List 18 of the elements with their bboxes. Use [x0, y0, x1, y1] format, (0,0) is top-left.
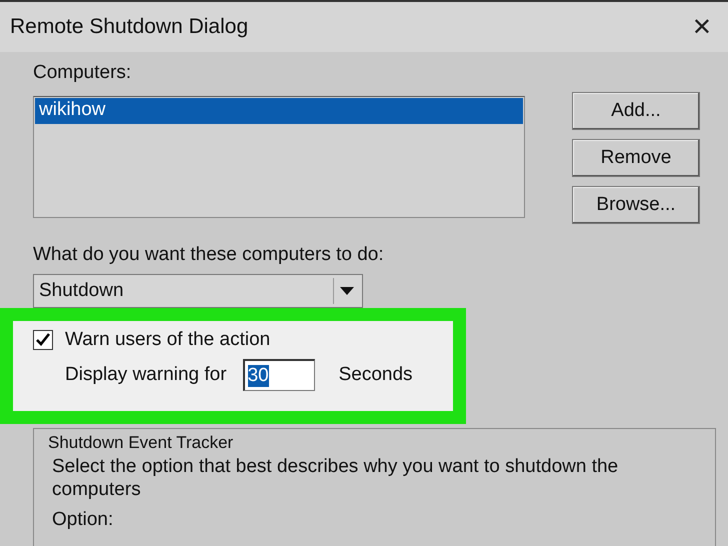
dialog-button[interactable]: Add...: [572, 92, 700, 130]
seconds-field[interactable]: 30: [242, 359, 315, 391]
action-dropdown[interactable]: Shutdown: [33, 274, 363, 308]
action-label: What do you want these computers to do:: [33, 244, 385, 266]
window-title: Remote Shutdown Dialog: [10, 15, 248, 39]
computers-label: Computers:: [33, 62, 132, 84]
warn-label: Warn users of the action: [65, 329, 270, 351]
dialog-button[interactable]: Remove: [572, 139, 700, 177]
display-warning-label: Display warning for: [65, 364, 227, 386]
list-item[interactable]: wikihow: [35, 98, 523, 124]
dialog-button[interactable]: Browse...: [572, 186, 700, 224]
option-label: Option:: [52, 509, 114, 531]
description-text: Select the option that best describes why you want to shutdown the computers: [52, 455, 620, 501]
checkbox[interactable]: [33, 330, 53, 350]
computers-list[interactable]: wikihow: [33, 96, 525, 218]
seconds-label: Seconds: [338, 364, 413, 386]
close-button[interactable]: ✕: [686, 13, 718, 41]
group-title: Shutdown Event Tracker: [48, 433, 234, 453]
